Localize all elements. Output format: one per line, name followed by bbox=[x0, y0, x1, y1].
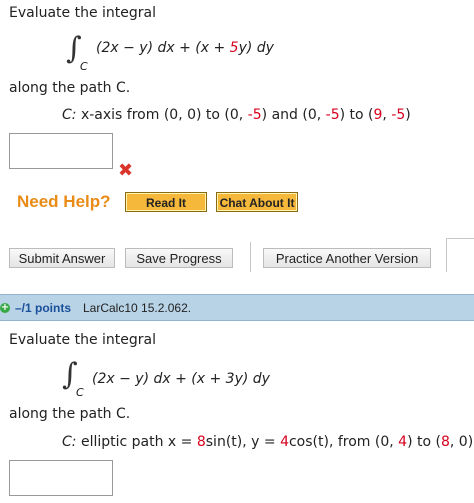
answer-input[interactable] bbox=[9, 133, 113, 169]
chat-about-it-button[interactable]: Chat About It bbox=[216, 192, 298, 212]
path-label: C: bbox=[62, 107, 77, 123]
path-text: ) to ( bbox=[407, 434, 441, 450]
problem2-along: along the path C. bbox=[9, 406, 131, 422]
path-text: ) bbox=[405, 107, 411, 123]
points-label: –/1 points bbox=[15, 301, 72, 315]
path-text: ) to ( bbox=[339, 107, 374, 123]
corner-rule bbox=[446, 238, 474, 239]
points-bar bbox=[0, 294, 474, 321]
integrand-part: (2x − y) dx + (x + bbox=[96, 40, 230, 56]
path-text: sin(t), y = bbox=[205, 434, 281, 450]
path-text: , 0) bbox=[449, 434, 474, 450]
problem2-heading: Evaluate the integral bbox=[9, 332, 157, 348]
button-divider bbox=[250, 242, 251, 272]
integrand-part: y) dy bbox=[238, 40, 274, 56]
path-value: -5 bbox=[247, 107, 262, 123]
expand-plus-icon[interactable]: + bbox=[0, 303, 10, 313]
path-value: 4 bbox=[280, 434, 289, 450]
integral-subscript: C bbox=[80, 60, 88, 73]
path-value: -5 bbox=[391, 107, 406, 123]
path-text: cos(t), from (0, bbox=[288, 434, 399, 450]
problem1-along: along the path C. bbox=[9, 80, 131, 96]
path-text: ) and (0, bbox=[261, 107, 326, 123]
incorrect-x-icon: ✖ bbox=[118, 160, 134, 181]
problem2-integrand: (2x − y) dx + (x + 3y) dy bbox=[92, 371, 270, 387]
path-value: 8 bbox=[440, 434, 450, 450]
integral-subscript: C bbox=[76, 386, 84, 399]
problem1-heading: Evaluate the integral bbox=[9, 5, 157, 21]
save-progress-button[interactable]: Save Progress bbox=[125, 248, 233, 268]
problem1-path: C: x-axis from (0, 0) to (0, -5) and (0,… bbox=[62, 107, 411, 123]
path-label: C: bbox=[62, 434, 77, 450]
integrand-coefficient: 5 bbox=[229, 40, 239, 56]
path-text: , bbox=[382, 107, 392, 123]
problem2-path: C: elliptic path x = 8sin(t), y = 4cos(t… bbox=[62, 434, 473, 450]
path-value: -5 bbox=[325, 107, 340, 123]
answer-input[interactable] bbox=[9, 460, 113, 496]
read-it-button[interactable]: Read It bbox=[125, 192, 207, 212]
need-help-label: Need Help? bbox=[17, 192, 111, 211]
path-text: elliptic path x = bbox=[80, 434, 197, 450]
path-value: 8 bbox=[196, 434, 206, 450]
practice-another-version-button[interactable]: Practice Another Version bbox=[263, 248, 431, 268]
problem1-integrand: (2x − y) dx + (x + 5y) dy bbox=[96, 40, 274, 56]
submit-answer-button[interactable]: Submit Answer bbox=[9, 248, 115, 268]
path-value: 4 bbox=[398, 434, 408, 450]
path-text: x-axis from (0, 0) to (0, bbox=[80, 107, 248, 123]
corner-rule bbox=[446, 238, 447, 272]
question-reference: LarCalc10 15.2.062. bbox=[83, 301, 192, 315]
